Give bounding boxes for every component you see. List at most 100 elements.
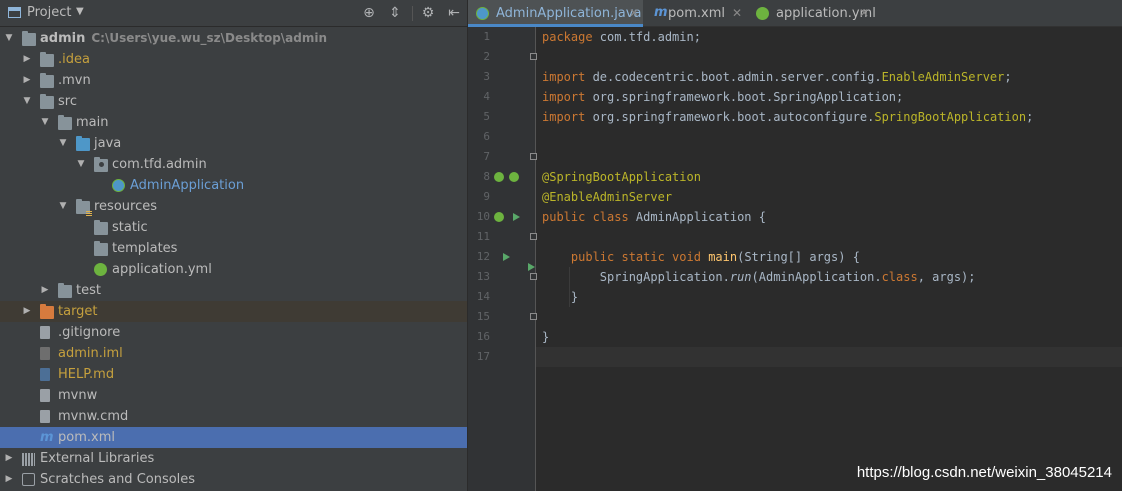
tree-item[interactable]: ▶ test [0,280,467,301]
tree-item[interactable]: application.yml [0,259,467,280]
code-token: package [542,30,600,44]
tree-item-label: admin.iml [58,343,123,364]
editor-tab[interactable]: AdminApplication.java ✕ [468,0,643,27]
tree-item[interactable]: mvnw [0,385,467,406]
expand-arrow-icon[interactable]: ▼ [40,112,50,133]
folder-icon [58,115,72,130]
tree-item[interactable]: ▼ admin C:\Users\yue.wu_sz\Desktop\admin [0,28,467,49]
spring-bean-icon[interactable] [509,172,519,182]
tree-item[interactable]: AdminApplication [0,175,467,196]
spring-bean-icon[interactable] [494,212,504,222]
tree-item[interactable]: mvnw.cmd [0,406,467,427]
line-number: 4 [483,90,490,103]
tree-item[interactable]: ▶ .idea [0,49,467,70]
code-token: AdminApplication { [635,210,766,224]
code-token: ; [1004,70,1012,84]
expand-arrow-icon[interactable]: ▼ [76,154,86,175]
expand-arrow-icon[interactable]: ▼ [58,196,68,217]
tree-item[interactable]: ▶ target [0,301,467,322]
code-line: public static void main(String[] args) { [542,247,860,267]
code-token: (AdminApplication. [751,270,882,284]
tree-item[interactable]: ▼ main [0,112,467,133]
tree-item-name: .mvn [58,73,91,88]
collapse-arrow-icon[interactable]: ▶ [4,469,14,490]
code-token: (String[] args) { [737,250,860,264]
tree-item[interactable]: static [0,217,467,238]
tree-item[interactable]: ▶ External Libraries [0,448,467,469]
ide-window: Project ▼ ⊕ ⇕ ⚙ ⇤ ▼ admin C:\Users\yue.wu_… [0,0,1122,491]
code-line: import org.springframework.boot.SpringAp… [542,87,903,107]
tree-item-name: main [76,115,109,130]
collapse-arrow-icon[interactable]: ▶ [22,301,32,322]
tree-item[interactable]: templates [0,238,467,259]
code-line: @EnableAdminServer [542,187,672,207]
tree-item[interactable]: ▶ .mvn [0,70,467,91]
close-icon[interactable]: ✕ [732,0,742,27]
module-file-icon [40,347,50,360]
watermark: https://blog.csdn.net/weixin_38045214 [856,464,1112,481]
tree-item[interactable]: ▼ resources [0,196,467,217]
close-icon[interactable]: ✕ [629,0,639,27]
tree-item-name: mvnw.cmd [58,409,129,424]
line-number: 3 [483,70,490,83]
collapse-arrow-icon[interactable]: ▶ [4,448,14,469]
code-token: import [542,90,593,104]
code-token: public static void [570,250,709,264]
code-token: ; [1026,110,1034,124]
code-token: class [881,270,918,284]
tree-item-name: Scratches and Consoles [40,472,196,487]
tree-item[interactable]: ▼ com.tfd.admin [0,154,467,175]
tree-item-label: .idea [58,49,90,70]
line-number: 12 [476,250,490,263]
tree-item[interactable]: ▶ Scratches and Consoles [0,469,467,490]
tree-item[interactable]: HELP.md [0,364,467,385]
collapse-all-icon[interactable]: ⇕ [386,4,404,22]
chevron-down-icon[interactable]: ▼ [76,6,84,17]
expand-arrow-icon[interactable]: ▼ [58,133,68,154]
tree-item-name: java [94,136,122,151]
line-number: 11 [476,230,490,243]
tree-item[interactable]: admin.iml [0,343,467,364]
crosshair-icon[interactable]: ⊕ [360,4,378,22]
folder-icon [22,31,36,46]
line-number: 10 [476,210,490,223]
tree-item-name: templates [112,241,178,256]
tree-item[interactable]: .gitignore [0,322,467,343]
collapse-arrow-icon[interactable]: ▶ [40,280,50,301]
code-token: run [729,270,752,284]
project-view-selector[interactable]: Project [27,5,71,20]
run-icon[interactable] [513,213,520,221]
expand-arrow-icon[interactable]: ▼ [22,91,32,112]
tree-item-label: templates [112,238,177,259]
markdown-file-icon [40,368,50,381]
tree-item[interactable]: m pom.xml [0,427,467,448]
line-number: 13 [476,270,490,283]
tree-item-label: External Libraries [40,448,154,469]
expand-arrow-icon[interactable]: ▼ [4,28,14,49]
code-line: } [542,287,578,307]
spring-bean-icon[interactable] [494,172,504,182]
code-line: import de.codecentric.boot.admin.server.… [542,67,1012,87]
line-number: 2 [483,50,490,63]
tree-item-label: mvnw.cmd [58,406,128,427]
collapse-arrow-icon[interactable]: ▶ [22,70,32,91]
code-token: import [542,110,593,124]
editor-tab[interactable]: m pom.xml ✕ [646,0,746,27]
gear-icon[interactable]: ⚙ [419,4,437,22]
run-icon[interactable] [503,253,510,261]
code-token: public class [542,210,636,224]
code-token: import [542,70,593,84]
tree-item-label: com.tfd.admin [112,154,207,175]
file-icon [40,410,50,423]
editor-tab[interactable]: application.yml ✕ [748,0,876,27]
tree-item[interactable]: ▼ src [0,91,467,112]
code-area[interactable]: package com.tfd.admin; import de.codecent… [536,27,1122,491]
editor-gutter: 1 2 3 4 5 6 7 8 9 10 11 12 13 14 15 16 17 [468,27,537,491]
close-icon[interactable]: ✕ [859,0,869,27]
tab-label: AdminApplication.java [496,6,642,21]
folder-icon [94,241,108,256]
tree-item[interactable]: ▼ java [0,133,467,154]
collapse-arrow-icon[interactable]: ▶ [22,49,32,70]
hide-icon[interactable]: ⇤ [445,4,463,22]
code-token: } [542,330,550,344]
